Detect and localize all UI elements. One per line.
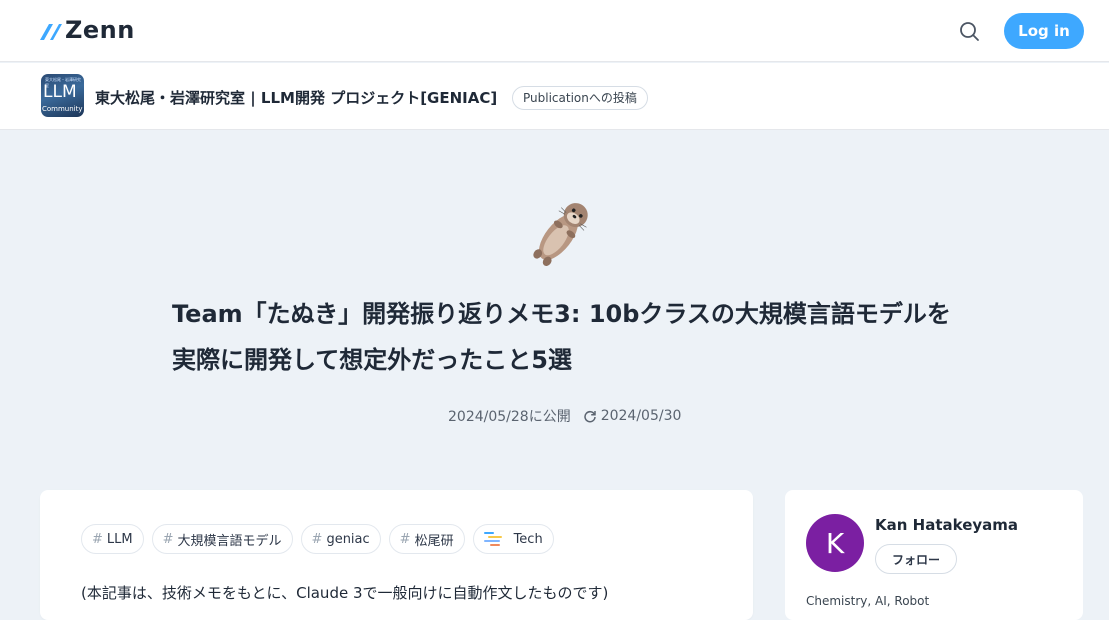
tech-icon xyxy=(483,532,502,546)
login-button[interactable]: Log in xyxy=(1004,13,1084,49)
publication-name[interactable]: 東大松尾・岩澤研究室 | LLM開発 プロジェクト[GENIAC] xyxy=(95,87,497,108)
logo-text: Zenn xyxy=(65,16,135,44)
author-bio: Chemistry, AI, Robot xyxy=(806,594,930,608)
zenn-logo[interactable]: Zenn xyxy=(40,16,135,44)
tag-tech[interactable]: Tech xyxy=(472,524,554,554)
hash-icon: # xyxy=(162,531,174,547)
tag-label: 松尾研 xyxy=(414,533,454,549)
author-card: K Kan Hatakeyama フォロー Chemistry, AI, Rob… xyxy=(785,490,1083,620)
hash-icon: # xyxy=(311,531,323,547)
site-header: Zenn Log in xyxy=(0,0,1109,62)
follow-button[interactable]: フォロー xyxy=(875,544,957,574)
article-dates: 2024/05/28に公開 2024/05/30 xyxy=(448,406,681,426)
otter-emoji-icon xyxy=(523,192,601,270)
tag-matsuo-lab[interactable]: # 松尾研 xyxy=(388,524,465,554)
publication-bar: 東大松尾・岩澤研究室 LLM Community 東大松尾・岩澤研究室 | LL… xyxy=(0,63,1109,130)
updated-date-group: 2024/05/30 xyxy=(583,408,682,424)
hash-icon: # xyxy=(399,531,411,547)
author-name[interactable]: Kan Hatakeyama xyxy=(875,516,1018,534)
search-button[interactable] xyxy=(956,18,984,46)
tag-geniac[interactable]: # geniac xyxy=(300,524,381,554)
tag-llm[interactable]: # LLM xyxy=(81,524,144,554)
tag-large-language-model[interactable]: # 大規模言語モデル xyxy=(151,524,293,554)
refresh-icon xyxy=(584,410,596,423)
article-title: Team「たぬき」開発振り返りメモ3: 10bクラスの大規模言語モデルを実際に開… xyxy=(172,300,951,374)
tag-label: geniac xyxy=(326,531,370,547)
publication-avatar-subtitle: Community xyxy=(42,105,83,113)
tag-label: Tech xyxy=(513,531,543,547)
tag-label: LLM xyxy=(106,531,133,547)
publication-avatar[interactable]: 東大松尾・岩澤研究室 LLM Community xyxy=(41,74,84,117)
published-date: 2024/05/28に公開 xyxy=(448,409,571,425)
topic-tags: # LLM # 大規模言語モデル # geniac # 松尾研 Tech xyxy=(81,524,554,554)
publication-badge: Publicationへの投稿 xyxy=(512,86,648,110)
tag-label: 大規模言語モデル xyxy=(177,533,282,549)
author-avatar[interactable]: K xyxy=(806,514,864,572)
publication-avatar-title: LLM xyxy=(43,82,77,102)
search-icon xyxy=(960,22,979,41)
zenn-logo-icon xyxy=(40,24,62,40)
updated-date: 2024/05/30 xyxy=(600,408,682,424)
article-card: # LLM # 大規模言語モデル # geniac # 松尾研 Tech (本記事は、技… xyxy=(40,490,753,620)
hash-icon: # xyxy=(92,531,103,547)
